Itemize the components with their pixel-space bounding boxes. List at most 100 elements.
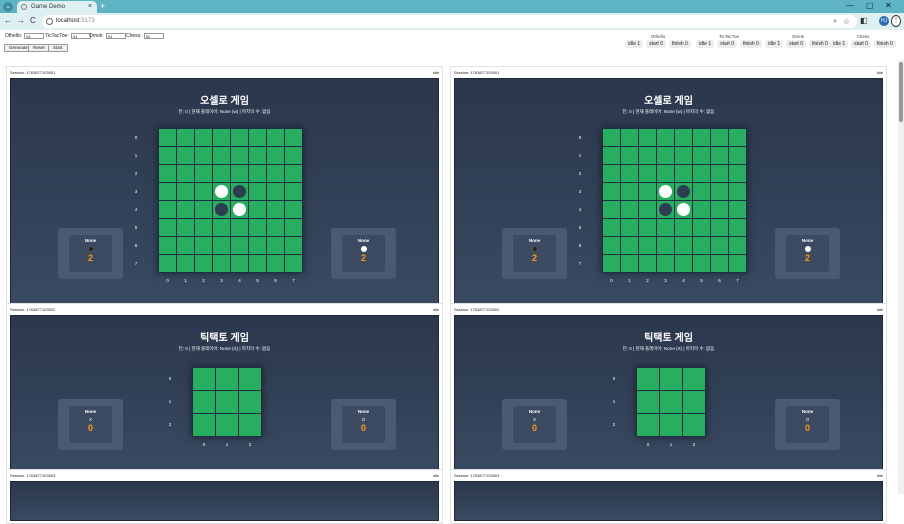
board-cell[interactable] (729, 165, 746, 182)
board-cell[interactable] (603, 237, 620, 254)
board-cell[interactable] (711, 165, 728, 182)
board-cell[interactable] (231, 129, 248, 146)
board-cell[interactable] (621, 165, 638, 182)
board-cell[interactable] (621, 129, 638, 146)
forward-button[interactable]: → (17, 16, 25, 25)
board-cell[interactable] (675, 237, 692, 254)
board-cell[interactable] (657, 129, 674, 146)
board-cell[interactable] (285, 201, 302, 218)
board-cell[interactable] (603, 201, 620, 218)
board-cell[interactable] (711, 183, 728, 200)
bookmark-star-icon[interactable]: ☆ (843, 15, 850, 28)
board-cell[interactable] (621, 219, 638, 236)
board-cell[interactable] (195, 165, 212, 182)
board-cell[interactable] (711, 201, 728, 218)
board-cell[interactable] (657, 255, 674, 272)
board-cell[interactable] (657, 237, 674, 254)
board-cell[interactable] (693, 147, 710, 164)
board-cell[interactable] (729, 147, 746, 164)
board-cell[interactable] (195, 201, 212, 218)
board-cell[interactable] (603, 165, 620, 182)
board-cell[interactable] (675, 165, 692, 182)
board-cell[interactable] (660, 414, 682, 436)
board-cell[interactable] (603, 219, 620, 236)
board-cell[interactable] (159, 237, 176, 254)
board-cell[interactable] (249, 201, 266, 218)
board-cell[interactable] (177, 255, 194, 272)
board-cell[interactable] (213, 147, 230, 164)
close-window-button[interactable]: ✕ (885, 1, 892, 10)
board-cell[interactable] (693, 237, 710, 254)
board-cell[interactable] (231, 147, 248, 164)
board-cell[interactable] (621, 255, 638, 272)
board-cell[interactable] (267, 147, 284, 164)
board-cell[interactable] (213, 237, 230, 254)
board-cell[interactable] (675, 219, 692, 236)
board-cell[interactable] (195, 219, 212, 236)
board-cell[interactable] (621, 201, 638, 218)
start-button[interactable]: Start (48, 44, 68, 52)
browser-menu-button[interactable]: ⋮ (891, 15, 901, 27)
board-cell[interactable] (639, 129, 656, 146)
board-cell[interactable] (231, 165, 248, 182)
reload-button[interactable]: C (30, 16, 36, 25)
board-cell[interactable] (213, 255, 230, 272)
board-cell[interactable] (177, 183, 194, 200)
board-cell[interactable] (683, 391, 705, 413)
board-cell[interactable] (267, 183, 284, 200)
board-cell[interactable] (711, 219, 728, 236)
page-scrollbar[interactable] (898, 60, 904, 494)
board-cell[interactable] (267, 129, 284, 146)
board-cell[interactable] (660, 391, 682, 413)
tab-game-demo[interactable]: Game Demo × (17, 1, 97, 13)
board-cell[interactable] (639, 237, 656, 254)
board-cell[interactable] (159, 165, 176, 182)
omok-count-input[interactable] (105, 33, 126, 39)
site-info-icon[interactable] (46, 18, 53, 25)
board-cell[interactable] (231, 201, 248, 218)
board-cell[interactable] (285, 165, 302, 182)
board-cell[interactable] (239, 414, 261, 436)
board-cell[interactable] (683, 414, 705, 436)
othello-count-input[interactable] (24, 33, 45, 39)
board-cell[interactable] (239, 368, 261, 390)
board-cell[interactable] (177, 219, 194, 236)
board-cell[interactable] (231, 183, 248, 200)
board-cell[interactable] (159, 219, 176, 236)
maximize-button[interactable]: ▢ (866, 1, 874, 10)
tictactoe-count-input[interactable] (70, 33, 91, 39)
board-cell[interactable] (639, 147, 656, 164)
board-cell[interactable] (657, 201, 674, 218)
board-cell[interactable] (637, 368, 659, 390)
board-cell[interactable] (693, 201, 710, 218)
board-cell[interactable] (285, 183, 302, 200)
chess-count-input[interactable] (143, 33, 164, 39)
board-cell[interactable] (213, 219, 230, 236)
board-cell[interactable] (621, 147, 638, 164)
board-cell[interactable] (285, 237, 302, 254)
board-cell[interactable] (621, 183, 638, 200)
board-cell[interactable] (159, 255, 176, 272)
board-cell[interactable] (249, 237, 266, 254)
board-cell[interactable] (675, 147, 692, 164)
board-cell[interactable] (657, 165, 674, 182)
board-cell[interactable] (675, 183, 692, 200)
board-cell[interactable] (639, 165, 656, 182)
board-cell[interactable] (729, 219, 746, 236)
board-cell[interactable] (249, 255, 266, 272)
tab-search-icon[interactable]: ⌄ (3, 2, 13, 12)
board-cell[interactable] (285, 147, 302, 164)
board-cell[interactable] (660, 368, 682, 390)
board-cell[interactable] (267, 255, 284, 272)
board-cell[interactable] (657, 219, 674, 236)
board-cell[interactable] (213, 129, 230, 146)
scrollbar-thumb[interactable] (899, 62, 903, 122)
board-cell[interactable] (675, 129, 692, 146)
board-cell[interactable] (603, 129, 620, 146)
board-cell[interactable] (249, 219, 266, 236)
board-cell[interactable] (603, 255, 620, 272)
board-cell[interactable] (177, 165, 194, 182)
board-cell[interactable] (159, 129, 176, 146)
board-cell[interactable] (213, 201, 230, 218)
board-cell[interactable] (177, 147, 194, 164)
